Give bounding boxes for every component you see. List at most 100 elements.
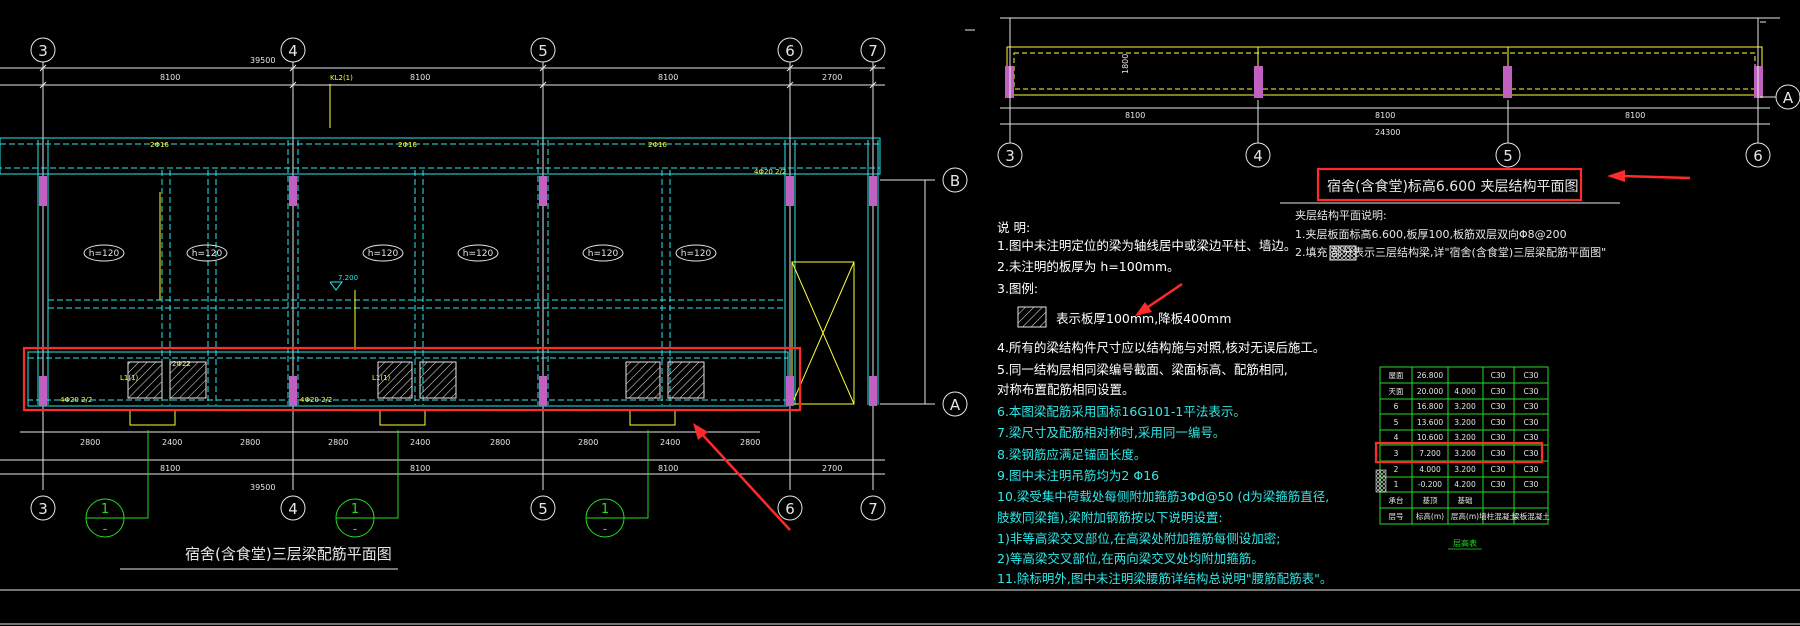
floor-table-cell: C30	[1524, 371, 1539, 380]
floor-table-cell: 3.200	[1454, 449, 1476, 458]
floor-table-cell: C30	[1524, 465, 1539, 474]
right-axis-bubble: 5	[1503, 147, 1513, 165]
slab-label: h=120	[89, 249, 120, 259]
svg-text:4Φ20 2/2: 4Φ20 2/2	[754, 168, 786, 176]
floor-table-cell: 4.200	[1454, 480, 1476, 489]
axis-bubble-top: 3	[38, 42, 48, 60]
note-line: 1)非等高梁交叉部位,在高梁处附加箍筋每侧设加密;	[997, 531, 1281, 546]
floor-table-cell: C30	[1524, 418, 1539, 427]
note-line: 10.梁受集中荷载处每侧附加箍筋3Φd@50 (d为梁箍筋直径,	[997, 489, 1330, 504]
note-line: 9.图中未注明吊筋均为2 Φ16	[997, 468, 1160, 483]
right-axis-bubble: 3	[1005, 147, 1015, 165]
floor-table-cell: C30	[1491, 371, 1506, 380]
floor-table-cell: 屋面	[1389, 371, 1405, 380]
svg-text:8100: 8100	[1375, 111, 1395, 120]
legend-text: 表示板厚100mm,降板400mm	[1056, 311, 1232, 326]
floor-table-cell: 天面	[1389, 387, 1405, 396]
floor-table-cell: C30	[1524, 433, 1539, 442]
note-line: 1.图中未注明定位的梁为轴线居中或梁边平柱、墙边。	[997, 238, 1297, 253]
floor-table-caption: 层高表	[1453, 538, 1477, 548]
slab-label: h=120	[368, 249, 399, 259]
svg-text:-: -	[353, 522, 358, 537]
svg-text:2Φ16: 2Φ16	[648, 141, 667, 149]
floor-table-cell: 4	[1394, 433, 1399, 442]
red-arrow-title	[1607, 170, 1691, 182]
svg-text:2800: 2800	[80, 438, 100, 447]
floor-table-cell: C30	[1524, 402, 1539, 411]
left-plan-title: 宿舍(含食堂)三层梁配筋平面图	[185, 545, 392, 563]
svg-text:2800: 2800	[740, 438, 760, 447]
right-axis-bubble: 6	[1753, 147, 1763, 165]
axis-bubble-bottom: 6	[785, 500, 795, 518]
floor-table-cell: 承台	[1389, 495, 1404, 505]
axis-bubble-top: 7	[868, 42, 878, 60]
svg-text:8100: 8100	[160, 464, 180, 473]
left-total-dim: 39500	[250, 56, 275, 65]
right-axis-bubble: A	[1783, 89, 1794, 107]
svg-text:2800: 2800	[328, 438, 348, 447]
note-line: 8.梁钢筋应满足锚固长度。	[997, 447, 1147, 462]
notes-title: 说 明:	[997, 220, 1031, 235]
svg-text:2Φ16: 2Φ16	[150, 141, 169, 149]
svg-text:2400: 2400	[660, 438, 680, 447]
note-line: 3.图例:	[997, 281, 1039, 296]
note-line: 4.所有的梁结构件尺寸应以结构施与对照,核对无误后施工。	[997, 340, 1326, 355]
section-marker: 1	[101, 502, 109, 517]
floor-table-cell: 基础	[1458, 495, 1473, 505]
plan-notes-title: 夹层结构平面说明:	[1295, 208, 1387, 222]
floor-table-cell: 基顶	[1423, 495, 1439, 505]
slab-label: h=120	[192, 249, 223, 259]
axis-bubble-bottom: 3	[38, 500, 48, 518]
floor-table-cell: C30	[1524, 480, 1539, 489]
axis-bubble-right: A	[950, 396, 961, 414]
section-marker: 1	[601, 502, 609, 517]
elevation-mark: 7.200	[338, 274, 358, 282]
floor-table-cell: 5	[1394, 418, 1399, 427]
svg-text:2800: 2800	[240, 438, 260, 447]
axis-bubble-bottom: 5	[538, 500, 548, 518]
floor-table-cell: 6	[1394, 402, 1399, 411]
axis-bubble-right: B	[950, 172, 960, 190]
cad-drawing[interactable]: 39500 8100 8100 8100 2700 8100 8100 8100…	[0, 0, 1800, 626]
note-line: 6.本图梁配筋采用国标16G101-1平法表示。	[997, 404, 1246, 419]
floor-table-cell: 梁板混凝土	[1512, 511, 1550, 521]
svg-text:2700: 2700	[822, 464, 842, 473]
svg-text:2400: 2400	[162, 438, 182, 447]
svg-text:2800: 2800	[578, 438, 598, 447]
svg-text:2Φ16: 2Φ16	[398, 141, 417, 149]
floor-table-cell: 4.000	[1419, 465, 1441, 474]
svg-text:8100: 8100	[160, 73, 180, 82]
svg-text:4Φ20 2/2: 4Φ20 2/2	[300, 396, 332, 404]
axis-bubble-bottom: 4	[288, 500, 298, 518]
floor-table-cell: C30	[1491, 449, 1506, 458]
floor-table-cell: 10.600	[1417, 433, 1443, 442]
right-axis-bubble: 4	[1253, 147, 1263, 165]
floor-table-cell: 3.200	[1454, 465, 1476, 474]
floor-height-table: 屋面 26.800 C30 C30 天面 20.000 4.000 C30 C30 6 16.800…	[1374, 366, 1550, 550]
right-plan: 8100 8100 8100 24300 1800 3 4 5 6 A 宿舍(含…	[997, 17, 1800, 261]
slab-label: h=120	[588, 249, 619, 259]
floor-table-cell: C30	[1491, 387, 1506, 396]
legend-hatch-swatch	[1017, 306, 1047, 328]
floor-table-cell: C30	[1491, 402, 1506, 411]
floor-table-cell: C30	[1491, 465, 1506, 474]
svg-text:2800: 2800	[490, 438, 510, 447]
floor-table-cell: C30	[1491, 480, 1506, 489]
floor-table-cell: 26.800	[1417, 371, 1443, 380]
svg-text:39500: 39500	[250, 483, 275, 492]
svg-text:2700: 2700	[822, 73, 842, 82]
svg-text:1.夹层板面标高6.600,板厚100,板筋双层双向Φ8@2: 1.夹层板面标高6.600,板厚100,板筋双层双向Φ8@200	[1295, 227, 1567, 241]
floor-table-cell: 2	[1394, 465, 1399, 474]
note-line: 11.除标明外,图中未注明梁腰筋详结构总说明"腰筋配筋表"。	[997, 571, 1333, 586]
note-line: 对称布置配筋相同设置。	[997, 382, 1135, 397]
svg-text:8100: 8100	[410, 464, 430, 473]
slab-label: h=120	[463, 249, 494, 259]
floor-table-cell: C30	[1491, 433, 1506, 442]
floor-table-cell: C30	[1524, 449, 1539, 458]
floor-table-cell: 20.000	[1417, 387, 1443, 396]
axis-bubble-bottom: 7	[868, 500, 878, 518]
axis-bubble-top: 6	[785, 42, 795, 60]
svg-text:24300: 24300	[1375, 128, 1400, 137]
svg-text:8100: 8100	[658, 464, 678, 473]
svg-text:-: -	[603, 522, 608, 537]
